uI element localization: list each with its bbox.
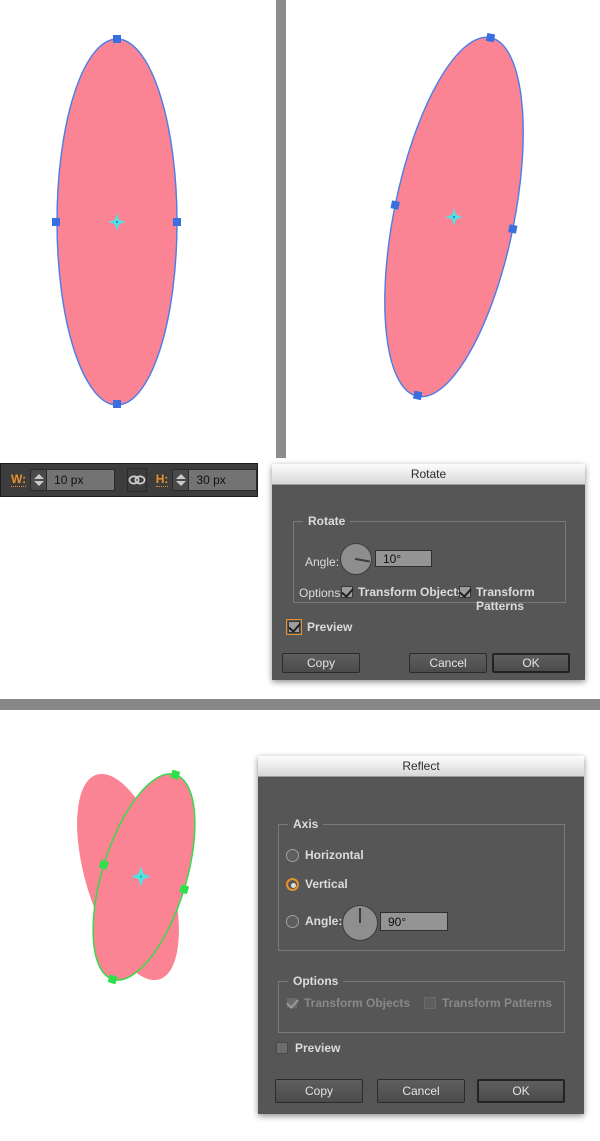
reflect-axis-legend: Axis — [288, 817, 324, 831]
horizontal-divider — [0, 699, 600, 710]
reflect-copy-button[interactable]: Copy — [275, 1079, 363, 1103]
rotate-dial-needle — [354, 557, 370, 562]
reflect-angle-input[interactable]: 90° — [380, 912, 448, 931]
reflect-vertical-label[interactable]: Vertical — [305, 877, 348, 891]
vertical-divider — [276, 0, 286, 458]
reflect-dialog-title: Reflect — [402, 759, 440, 773]
reflect-ok-button[interactable]: OK — [477, 1079, 565, 1103]
reflect-transform-objects-checkbox — [286, 996, 299, 1009]
reflect-dial-needle — [359, 908, 361, 923]
reflect-angle-label[interactable]: Angle: — [305, 914, 342, 928]
height-stepper[interactable] — [172, 469, 190, 491]
transform-toolbar: W: 10 px H: 30 px — [0, 463, 258, 497]
reflect-horizontal-radio[interactable] — [286, 849, 299, 862]
rotate-transform-patterns-label: Transform Patterns — [476, 585, 535, 613]
reflect-angle-dial[interactable] — [342, 905, 378, 941]
ellipse-upright-shape — [52, 35, 181, 408]
reflect-preview-label: Preview — [295, 1041, 341, 1055]
rotate-transform-objects-checkbox[interactable] — [341, 585, 354, 598]
anchor-left — [390, 200, 400, 210]
canvas-upright-ellipse — [0, 0, 276, 458]
check-icon — [286, 996, 299, 1009]
rotate-cancel-button[interactable]: Cancel — [409, 653, 487, 673]
reflect-options-legend: Options — [288, 974, 344, 988]
anchor-right — [173, 218, 181, 226]
stepper-up-icon[interactable] — [33, 474, 44, 479]
reflect-dialog-body: Axis Horizontal Vertical Angle: 90° Opti… — [258, 777, 584, 1115]
stepper-down-icon[interactable] — [175, 481, 186, 486]
constrain-proportions-button[interactable] — [126, 468, 147, 492]
chain-link-icon — [128, 475, 146, 485]
rotate-dialog-title: Rotate — [410, 467, 447, 481]
height-input[interactable]: 30 px — [189, 469, 257, 491]
height-label: H: — [155, 472, 169, 487]
check-icon — [341, 585, 354, 598]
reflect-dialog: Reflect Axis Horizontal Vertical Angle: … — [258, 756, 584, 1114]
reflect-transform-patterns-label: Transform Patterns — [442, 996, 553, 1010]
anchor-right — [508, 224, 518, 234]
reflect-transform-objects-label: Transform Objects — [304, 996, 411, 1010]
rotate-ok-button[interactable]: OK — [492, 653, 570, 673]
rotate-angle-label: Angle: — [305, 555, 340, 569]
rotate-angle-input[interactable]: 10° — [375, 550, 432, 567]
rotate-transform-objects-label: Transform Objects — [358, 585, 465, 599]
canvas-reflect-preview — [40, 740, 240, 1020]
rotate-options-label: Options: — [299, 586, 344, 600]
reflect-horizontal-label[interactable]: Horizontal — [305, 848, 364, 862]
rotate-preview-checkbox[interactable] — [288, 620, 301, 633]
rotate-transform-patterns-checkbox[interactable] — [459, 585, 472, 598]
anchor-top — [113, 35, 121, 43]
check-icon — [288, 620, 301, 633]
radio-dot — [291, 883, 296, 888]
rotate-dialog: Rotate Rotate Angle: 10° Options: Transf… — [272, 464, 585, 680]
canvas-rotated-ellipse — [286, 0, 600, 458]
anchor-top — [485, 32, 496, 43]
rotate-angle-dial[interactable] — [340, 543, 372, 575]
rotate-fieldset-legend: Rotate — [303, 514, 351, 528]
reflect-dialog-titlebar[interactable]: Reflect — [258, 756, 584, 777]
rotate-copy-button[interactable]: Copy — [282, 653, 360, 673]
width-label: W: — [11, 472, 27, 487]
stepper-down-icon[interactable] — [33, 481, 44, 486]
reflect-vertical-radio[interactable] — [286, 878, 299, 891]
anchor-left — [52, 218, 60, 226]
reflect-cancel-button[interactable]: Cancel — [377, 1079, 465, 1103]
check-icon — [459, 585, 472, 598]
stepper-up-icon[interactable] — [175, 474, 186, 479]
width-input[interactable]: 10 px — [47, 469, 115, 491]
rotate-preview-label: Preview — [307, 620, 353, 634]
width-stepper[interactable] — [30, 469, 48, 491]
anchor-bottom — [113, 400, 121, 408]
rotate-dialog-body: Rotate Angle: 10° Options: Transform Obj… — [272, 485, 585, 681]
reflect-preview-checkbox[interactable] — [276, 1042, 288, 1054]
anchor-bottom — [412, 390, 423, 401]
reflect-transform-patterns-checkbox — [424, 997, 436, 1009]
reflect-angle-radio[interactable] — [286, 915, 299, 928]
rotate-dialog-titlebar[interactable]: Rotate — [272, 464, 585, 485]
